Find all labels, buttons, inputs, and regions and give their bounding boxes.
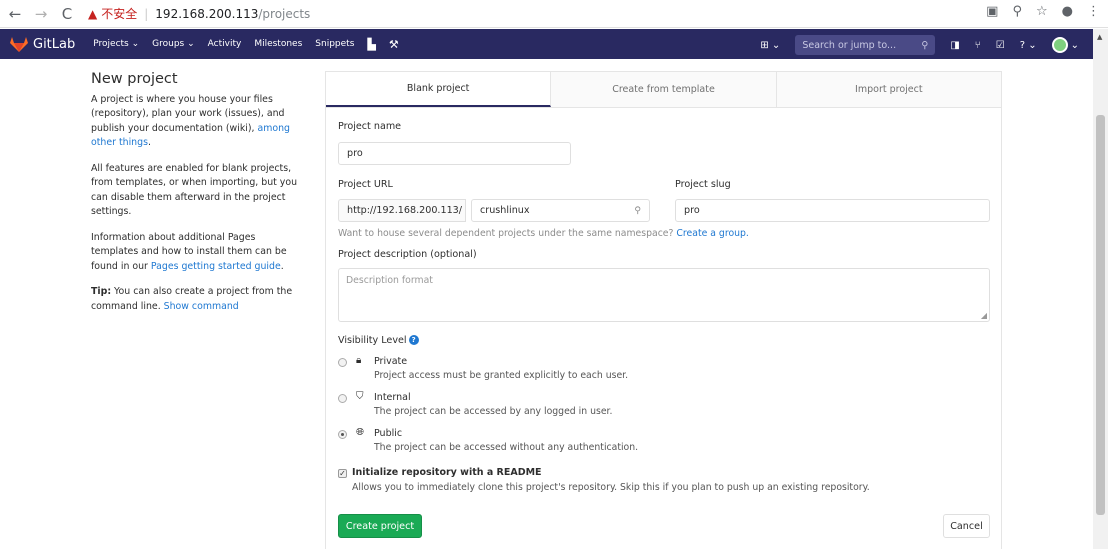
star-icon[interactable]: ☆ [1036, 4, 1048, 19]
project-slug-label: Project slug [675, 179, 731, 190]
security-warning[interactable]: ▲ 不安全 [88, 5, 137, 22]
project-name-input[interactable]: pro [338, 142, 571, 165]
readme-label[interactable]: Initialize repository with a README [352, 467, 542, 478]
globe-icon: 🌐︎ [356, 427, 364, 438]
nav-projects[interactable]: Projects ⌄ [93, 39, 139, 49]
warning-icon: ▲ [88, 6, 98, 21]
create-group-link[interactable]: Create a group. [676, 228, 748, 239]
tab-import-project[interactable]: Import project [777, 72, 1001, 107]
todo-icon[interactable]: ☑ [996, 40, 1005, 51]
tip-label: Tip: [91, 286, 112, 297]
group-help: Want to house several dependent projects… [338, 228, 749, 239]
project-name-label: Project name [338, 121, 402, 132]
tab-blank-project[interactable]: Blank project [326, 72, 552, 107]
issues-icon[interactable]: ◨ [950, 40, 959, 51]
info-text-1: A project is where you house your files … [91, 93, 285, 134]
brand-name: GitLab [33, 36, 76, 52]
user-menu[interactable]: ⌄ [1051, 37, 1079, 53]
question-icon[interactable]: ? [408, 335, 419, 345]
description-label: Project description (optional) [338, 249, 477, 260]
wrench-icon[interactable]: ⚒ [389, 38, 399, 51]
project-slug-input[interactable]: pro [675, 199, 990, 222]
pages-guide-link[interactable]: Pages getting started guide [151, 261, 281, 272]
project-url-label: Project URL [338, 179, 393, 190]
translate-icon[interactable]: ▣ [986, 4, 998, 19]
url-path: /projects [258, 6, 311, 21]
separator: | [144, 6, 149, 21]
description-textarea[interactable]: Description format ◢ [338, 268, 990, 322]
nav-milestones[interactable]: Milestones [254, 39, 302, 49]
gitlab-navbar: GitLab Projects ⌄ Groups ⌄ Activity Mile… [0, 29, 1093, 59]
info-paragraph-1: A project is where you house your files … [91, 93, 301, 151]
show-command-link[interactable]: Show command [164, 301, 239, 312]
visibility-label: Visibility Level? [338, 335, 419, 346]
menu-icon[interactable]: ⋮ [1087, 4, 1100, 19]
tip-paragraph: Tip: You can also create a project from … [91, 285, 301, 314]
chart-icon[interactable]: ▙ [367, 38, 375, 51]
page-content: New project A project is where you house… [0, 59, 1093, 549]
info-column: New project A project is where you house… [91, 72, 301, 325]
help-icon[interactable]: ? ⌄ [1020, 40, 1037, 51]
nav-activity[interactable]: Activity [208, 39, 242, 49]
browser-actions: ▣ ⚲ ☆ ● ⋮ [986, 4, 1100, 19]
description-placeholder: Description format [346, 275, 433, 286]
new-dropdown-icon[interactable]: ⊞ ⌄ [760, 40, 780, 51]
nav-right: ⊞ ⌄ Search or jump to... ⚲ ◨ ⑂ ☑ ? ⌄ ⌄ [760, 35, 1079, 55]
search-input[interactable]: Search or jump to... ⚲ [795, 35, 936, 55]
info-end-1: . [147, 137, 151, 148]
visibility-internal-radio[interactable] [338, 394, 347, 403]
readme-checkbox[interactable]: ✓ [338, 469, 347, 478]
visibility-private-title: Private [374, 356, 408, 367]
page-title: New project [91, 71, 178, 87]
tab-create-from-template[interactable]: Create from template [551, 72, 777, 107]
back-icon[interactable]: ← [4, 5, 26, 23]
create-project-button[interactable]: Create project [338, 514, 422, 538]
shield-icon: ⛉ [356, 391, 364, 402]
namespace-select[interactable]: crushlinux ⚲ [471, 199, 650, 222]
browser-toolbar: ← → C ▲ 不安全 | 192.168.200.113/projects ▣… [0, 0, 1108, 28]
search-placeholder: Search or jump to... [802, 39, 897, 51]
info-paragraph-2: All features are enabled for blank proje… [91, 162, 298, 218]
visibility-private-desc: Project access must be granted explicitl… [374, 370, 629, 381]
url-prefix: http://192.168.200.113/ [338, 199, 466, 222]
project-panel: Blank project Create from template Impor… [325, 71, 1002, 549]
scrollbar[interactable]: ▲ [1093, 29, 1108, 549]
visibility-internal-title: Internal [374, 392, 411, 403]
avatar [1051, 37, 1068, 53]
info-paragraph-3: Information about additional Pages templ… [91, 231, 301, 275]
namespace-value: crushlinux [480, 205, 530, 216]
profile-icon[interactable]: ● [1062, 4, 1073, 19]
readme-desc: Allows you to immediately clone this pro… [352, 482, 870, 493]
forward-icon[interactable]: → [30, 5, 52, 23]
nav-snippets[interactable]: Snippets [315, 39, 354, 49]
zoom-icon[interactable]: ⚲ [1012, 4, 1022, 19]
project-tabs: Blank project Create from template Impor… [326, 71, 1001, 108]
scroll-up-icon[interactable]: ▲ [1097, 33, 1102, 41]
info-end-3: . [280, 260, 284, 272]
lock-icon: 🔒︎ [356, 355, 362, 366]
security-label: 不安全 [101, 7, 138, 21]
cancel-button[interactable]: Cancel [943, 514, 990, 538]
url-host: 192.168.200.113 [155, 6, 259, 21]
main-menu: Projects ⌄ Groups ⌄ Activity Milestones … [93, 38, 398, 51]
address-bar[interactable]: ▲ 不安全 | 192.168.200.113/projects [84, 3, 884, 25]
tanuki-icon [10, 36, 28, 52]
reload-icon[interactable]: C [56, 5, 78, 23]
group-help-text: Want to house several dependent projects… [338, 228, 677, 239]
nav-groups[interactable]: Groups ⌄ [152, 39, 195, 49]
visibility-public-desc: The project can be accessed without any … [374, 442, 639, 453]
visibility-public-title: Public [374, 428, 403, 439]
visibility-public-radio[interactable] [338, 430, 347, 439]
merge-request-icon[interactable]: ⑂ [975, 40, 981, 51]
visibility-internal-desc: The project can be accessed by any logge… [374, 406, 613, 417]
search-icon: ⚲ [921, 39, 929, 51]
visibility-label-text: Visibility Level [338, 335, 407, 346]
namespace-search-icon: ⚲ [634, 205, 641, 216]
scroll-thumb[interactable] [1096, 115, 1105, 515]
resize-handle-icon[interactable]: ◢ [981, 311, 987, 320]
visibility-private-radio[interactable] [338, 358, 347, 367]
gitlab-logo[interactable]: GitLab [10, 36, 93, 52]
